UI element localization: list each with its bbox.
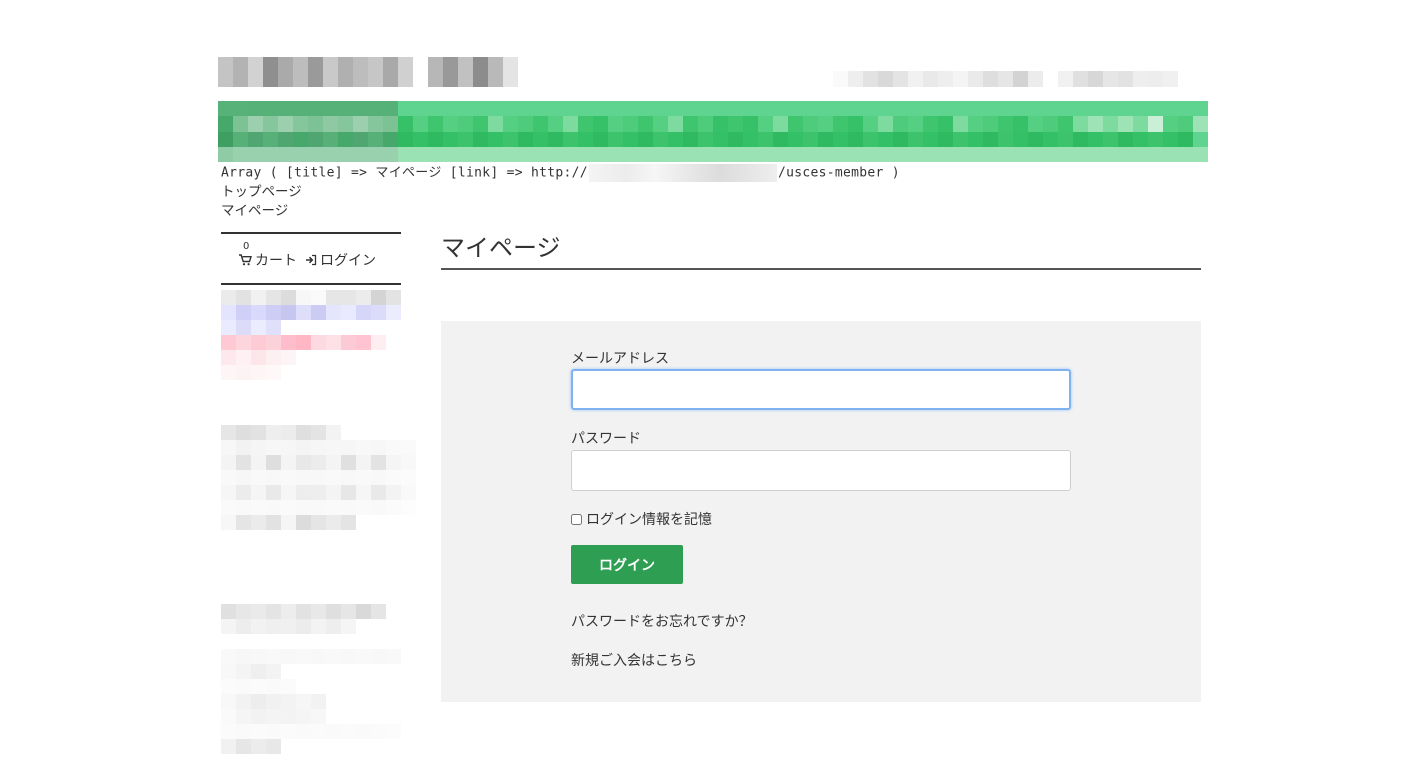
password-label: パスワード [571, 431, 641, 447]
remember-me-label[interactable]: ログイン情報を記憶 [586, 509, 712, 529]
site-tagline [833, 71, 1193, 87]
debug-suffix: /usces-member ) [777, 165, 900, 181]
cart-label: カート [255, 253, 297, 269]
login-label: ログイン [320, 253, 376, 269]
debug-prefix: Array ( [title] => マイページ [link] => http:… [221, 165, 588, 181]
sidebar-category-block[interactable] [221, 290, 401, 380]
cart-login-widget: 0 カート ログイン [221, 232, 401, 285]
login-button[interactable]: ログイン [571, 545, 683, 584]
sidebar-info-block [221, 604, 401, 754]
global-nav-bar[interactable] [218, 101, 1208, 162]
password-field[interactable] [571, 450, 1071, 491]
breadcrumb-current: マイページ [221, 203, 289, 219]
site-logo[interactable] [218, 57, 533, 87]
login-form-panel: メールアドレス パスワード ログイン情報を記憶 ログイン パスワードをお忘れです… [441, 321, 1201, 702]
register-link[interactable]: 新規ご入会はこちら [571, 650, 697, 670]
sidebar-login-link[interactable]: ログイン [305, 250, 376, 270]
breadcrumb-top-link[interactable]: トップページ [221, 183, 302, 201]
forgot-password-link[interactable]: パスワードをお忘れですか？ [571, 611, 753, 631]
cart-link[interactable]: カート [239, 250, 297, 270]
sidebar-calendar-block [221, 425, 416, 530]
breadcrumb-debug-output: Array ( [title] => マイページ [link] => http:… [221, 164, 900, 183]
obscured-url [588, 164, 777, 182]
email-label: メールアドレス [571, 351, 669, 367]
remember-me-row: ログイン情報を記憶 [571, 509, 712, 529]
sign-in-icon [305, 254, 317, 266]
cart-icon [239, 254, 252, 266]
page-title: マイページ [441, 228, 1201, 270]
email-field[interactable] [571, 369, 1071, 410]
remember-me-checkbox[interactable] [571, 513, 582, 525]
